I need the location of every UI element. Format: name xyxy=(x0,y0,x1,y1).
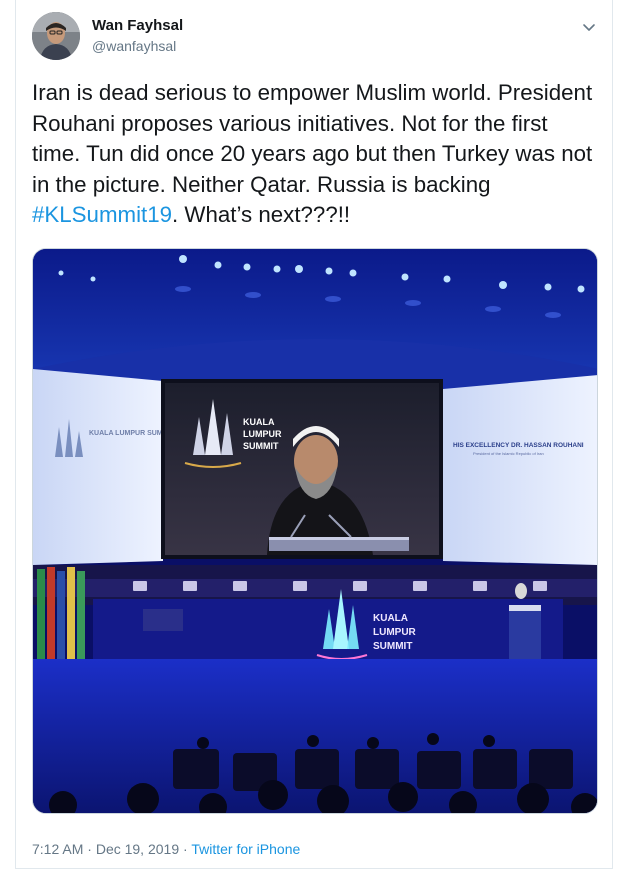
stage-title-line3: SUMMIT xyxy=(373,641,412,652)
tweet-text: Iran is dead serious to empower Muslim w… xyxy=(32,78,598,231)
user-handle[interactable]: @wanfayhsal xyxy=(92,38,176,54)
tweet-meta: 7:12 AM · Dec 19, 2019 · Twitter for iPh… xyxy=(32,841,300,857)
screen-title-line1: KUALA xyxy=(243,417,275,427)
tweet-date[interactable]: Dec 19, 2019 xyxy=(96,841,179,857)
chevron-down-icon[interactable] xyxy=(580,18,598,36)
stage-title-line2: LUMPUR xyxy=(373,627,417,638)
summit-stage-photo: KUALA LUMPUR SUMMIT HIS EXCELLENCY DR. H… xyxy=(33,249,597,813)
screen-title-line2: LUMPUR xyxy=(243,429,282,439)
tweet-text-tail: . What’s next???!! xyxy=(172,202,351,227)
meta-separator: · xyxy=(83,841,96,857)
tweet-card: Wan Fayhsal @wanfayhsal Iran is dead ser… xyxy=(15,0,613,869)
screen-title-line3: SUMMIT xyxy=(243,441,279,451)
right-screen-label: HIS EXCELLENCY DR. HASSAN ROUHANI xyxy=(453,442,584,449)
meta-separator-2: · xyxy=(179,841,192,857)
tweet-text-body: Iran is dead serious to empower Muslim w… xyxy=(32,80,593,197)
tweet-photo[interactable]: KUALA LUMPUR SUMMIT HIS EXCELLENCY DR. H… xyxy=(32,248,598,814)
tweet-time[interactable]: 7:12 AM xyxy=(32,841,83,857)
stage-title-line1: KUALA xyxy=(373,613,408,624)
right-screen-sub: President of the Islamic Republic of Ira… xyxy=(473,451,544,456)
display-name[interactable]: Wan Fayhsal xyxy=(92,17,183,34)
tweet-source-link[interactable]: Twitter for iPhone xyxy=(191,841,300,857)
avatar-image xyxy=(32,12,80,60)
hashtag-link[interactable]: #KLSummit19 xyxy=(32,202,172,227)
avatar[interactable] xyxy=(32,12,80,60)
